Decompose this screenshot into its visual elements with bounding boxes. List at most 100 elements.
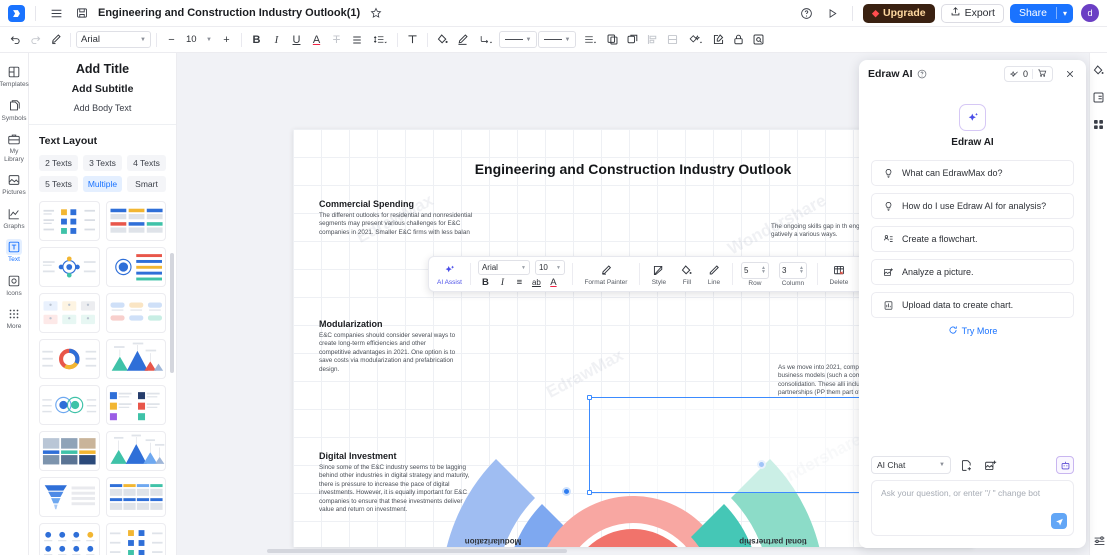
star-outline-icon[interactable] <box>366 3 386 23</box>
comment-review-icon[interactable] <box>749 30 768 49</box>
chip-5-texts[interactable]: 5 Texts <box>39 176 78 192</box>
line-button[interactable]: Line <box>701 263 727 286</box>
connector-dot-left[interactable] <box>562 487 571 496</box>
layer-icon[interactable] <box>623 30 642 49</box>
float-align-button[interactable]: ≡ <box>514 277 525 288</box>
line-spacing-icon[interactable] <box>367 30 392 49</box>
line-style-select[interactable]: ▼ <box>499 31 537 48</box>
column-value-input[interactable]: 3 ▲ ▼ <box>778 261 807 279</box>
template-thumbnail[interactable] <box>105 385 166 425</box>
row-stepper[interactable]: 5 ▲ ▼ Row <box>738 261 772 287</box>
fill-button[interactable]: Fill <box>675 263 699 286</box>
sidebar-item-more[interactable]: More <box>0 302 29 334</box>
template-thumbnail[interactable] <box>39 477 100 517</box>
chip-smart[interactable]: Smart <box>127 176 166 192</box>
float-underline-button[interactable]: ab <box>531 278 542 287</box>
suggestion-create-a-flowchart[interactable]: Create a flowchart. <box>871 226 1074 252</box>
robot-icon[interactable] <box>1056 456 1074 474</box>
template-thumbnail[interactable] <box>105 247 166 287</box>
line-weight-select[interactable]: ▼ <box>538 31 576 48</box>
help-circle-icon[interactable] <box>917 69 927 79</box>
grid-panel-icon[interactable] <box>1092 117 1106 131</box>
text-block-commercial-spending[interactable]: Commercial Spending The different outloo… <box>319 199 489 237</box>
float-font-family-select[interactable]: Arial ▼ <box>477 260 530 275</box>
row-value-input[interactable]: 5 ▲ ▼ <box>740 261 769 279</box>
decrease-font-button[interactable]: − <box>162 30 181 49</box>
sidebar-item-icons[interactable]: Icons <box>0 269 29 301</box>
stepper-arrows[interactable]: ▲ ▼ <box>761 266 766 275</box>
template-thumbnail[interactable] <box>39 201 100 241</box>
ai-question-input[interactable]: Ask your question, or enter "/ " change … <box>871 480 1074 536</box>
float-italic-button[interactable]: I <box>497 278 508 288</box>
template-thumbnail[interactable] <box>39 247 100 287</box>
format-painter-icon[interactable] <box>46 30 65 49</box>
template-thumbnail[interactable] <box>39 339 100 379</box>
format-painter-button[interactable]: Format Painter <box>578 263 634 286</box>
fill-style-icon[interactable] <box>1092 63 1106 77</box>
template-thumbnail[interactable] <box>105 201 166 241</box>
add-body-text-preset[interactable]: Add Body Text <box>29 103 176 113</box>
close-icon[interactable] <box>1063 67 1077 81</box>
chat-mode-select[interactable]: AI Chat ▼ <box>871 456 951 474</box>
share-button[interactable]: Share ▾ <box>1009 3 1073 23</box>
suggestion-how-do-i-use-edraw-ai[interactable]: How do I use Edraw AI for analysis? <box>871 193 1074 219</box>
template-thumbnail[interactable] <box>105 523 166 555</box>
sidebar-item-symbols[interactable]: Symbols <box>0 94 29 126</box>
send-icon[interactable] <box>1051 513 1067 529</box>
align-left-icon[interactable] <box>347 30 366 49</box>
sidebar-item-pictures[interactable]: Pictures <box>0 168 29 200</box>
settings-sliders-button[interactable] <box>1090 533 1107 547</box>
chip-3-texts[interactable]: 3 Texts <box>83 155 122 171</box>
font-size-select[interactable]: 10 ▼ <box>182 31 216 48</box>
bold-button[interactable]: B <box>247 30 266 49</box>
template-thumbnail[interactable] <box>105 431 166 471</box>
cart-icon[interactable] <box>1037 68 1047 80</box>
lock-icon[interactable] <box>729 30 748 49</box>
new-document-icon[interactable] <box>957 456 975 474</box>
template-thumbnail[interactable] <box>39 293 100 333</box>
increase-font-button[interactable]: + <box>217 30 236 49</box>
chevron-down-icon[interactable]: ▾ <box>1057 9 1073 18</box>
connector-icon[interactable] <box>473 30 498 49</box>
text-block-modularization[interactable]: Modularization E&C companies should cons… <box>319 319 459 374</box>
document-title[interactable]: Engineering and Construction Industry Ou… <box>98 7 360 19</box>
chip-4-texts[interactable]: 4 Texts <box>127 155 166 171</box>
fill-bucket-icon[interactable] <box>433 30 452 49</box>
float-font-size-select[interactable]: 10 ▼ <box>534 260 565 275</box>
chip-multiple[interactable]: Multiple <box>83 176 122 192</box>
suggestion-upload-data-to-create-chart[interactable]: Upload data to create chart. <box>871 292 1074 318</box>
hamburger-menu-icon[interactable] <box>46 3 66 23</box>
font-color-button[interactable]: A <box>307 30 326 49</box>
pen-icon[interactable] <box>453 30 472 49</box>
style-button[interactable]: Style <box>645 263 673 286</box>
template-thumbnail[interactable] <box>39 431 100 471</box>
stepper-arrows[interactable]: ▲ ▼ <box>799 266 804 275</box>
resize-handle-top-left[interactable] <box>587 395 592 400</box>
edraw-logo-icon[interactable] <box>8 4 25 22</box>
add-title-preset[interactable]: Add Title <box>29 62 176 76</box>
undo-icon[interactable] <box>6 30 25 49</box>
delete-button[interactable]: Delete <box>823 263 855 286</box>
avatar[interactable]: d <box>1081 4 1099 22</box>
help-circle-icon[interactable] <box>796 3 816 23</box>
underline-button[interactable]: U <box>287 30 306 49</box>
save-icon[interactable] <box>72 3 92 23</box>
page-layout-icon[interactable] <box>1092 90 1106 104</box>
text-tool-icon[interactable] <box>403 30 422 49</box>
float-bold-button[interactable]: B <box>480 277 491 288</box>
add-subtitle-preset[interactable]: Add Subtitle <box>29 83 176 95</box>
sidebar-item-graphs[interactable]: Graphs <box>0 202 29 234</box>
export-button[interactable]: Export <box>940 3 1004 23</box>
resize-handle-bottom-left[interactable] <box>587 490 592 495</box>
template-thumbnail[interactable] <box>39 385 100 425</box>
upgrade-button[interactable]: ◆ Upgrade <box>863 3 935 23</box>
sidebar-item-my-library[interactable]: My Library <box>0 127 29 166</box>
canvas-horizontal-scrollbar[interactable] <box>267 549 567 553</box>
template-thumbnail[interactable] <box>105 339 166 379</box>
suggestion-what-can-edrawmax-do[interactable]: What can EdrawMax do? <box>871 160 1074 186</box>
edit-square-icon[interactable] <box>709 30 728 49</box>
selected-shape-frame[interactable] <box>587 395 903 495</box>
font-family-select[interactable]: Arial ▼ <box>76 31 151 48</box>
float-font-color-button[interactable]: A <box>548 277 559 288</box>
ai-assist-button[interactable]: AI Assist <box>434 263 465 286</box>
